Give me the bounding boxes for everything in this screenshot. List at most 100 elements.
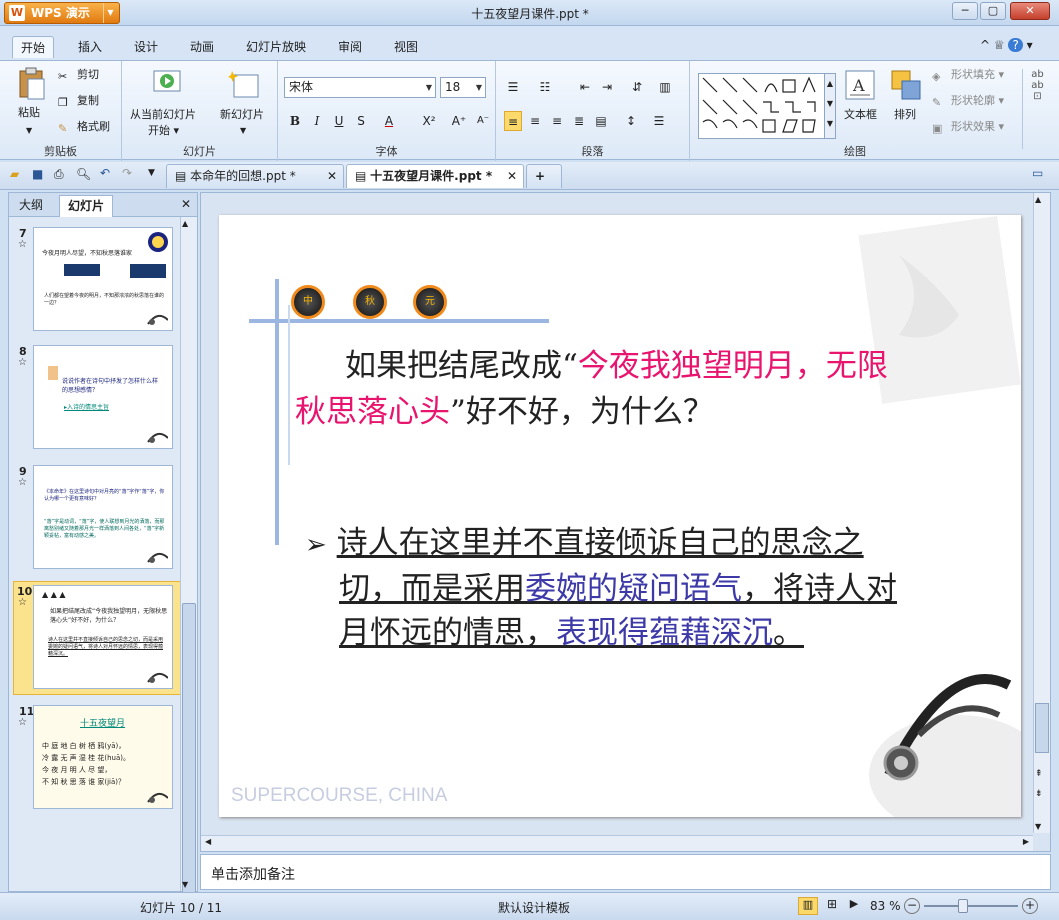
scroll-down-icon[interactable]: ▼ — [1035, 822, 1041, 831]
editor-vscroll[interactable]: ▲ ⇞ ⇟ ▼ — [1033, 193, 1050, 833]
close-window-button[interactable]: ✕ — [1010, 2, 1050, 20]
paste-icon[interactable] — [16, 67, 48, 100]
tab-home[interactable]: 开始 — [12, 36, 55, 58]
strikethrough-button[interactable]: S — [352, 111, 370, 131]
distribute-button[interactable]: ▤ — [592, 111, 610, 131]
slide-thumbnail-10[interactable]: ▲ ▲ ▲ 如果把结尾改成“今夜我独望明月，无限秋思落心头”好不好，为什么？ 诗… — [33, 585, 173, 689]
zoom-out-button[interactable]: − — [904, 898, 920, 914]
redo-icon[interactable]: ↷ — [122, 166, 132, 180]
copy-button[interactable]: ❐ 复制 — [58, 91, 99, 111]
new-slide-icon[interactable] — [228, 69, 260, 101]
close-icon[interactable]: ✕ — [507, 165, 517, 187]
open-folder-icon[interactable]: ▰ — [10, 167, 19, 181]
save-icon[interactable]: ■ — [32, 167, 43, 181]
tab-slides[interactable]: 幻灯片 — [59, 195, 114, 217]
close-icon[interactable]: ✕ — [327, 165, 337, 187]
badge-icons: ▲ ▲ ▲ — [42, 590, 66, 599]
font-name-select[interactable]: 宋体 ▼ — [284, 77, 436, 98]
new-tab-button[interactable]: + ▾ — [526, 164, 562, 205]
doc-tab-2[interactable]: ▤ 十五夜望月课件.ppt * ✕ — [346, 164, 524, 188]
minimize-button[interactable]: ─ — [952, 2, 978, 20]
ribbon-overflow[interactable]: ab ab ⊡ — [1022, 69, 1052, 149]
app-menu-button[interactable]: W WPS 演示 ▼ — [4, 2, 120, 24]
print-preview-icon[interactable]: 🔍︎ — [76, 167, 91, 181]
scroll-left-icon[interactable]: ◀ — [205, 837, 211, 846]
scroll-right-icon[interactable]: ▶ — [1023, 837, 1029, 846]
shape-fill-button[interactable]: ◈ 形状填充 ▾ — [932, 65, 1004, 85]
superscript-button[interactable]: X² — [420, 111, 438, 131]
shrink-font-button[interactable]: A⁻ — [474, 111, 492, 131]
normal-view-button[interactable]: ▥ — [798, 897, 818, 915]
paste-button[interactable]: 粘贴 — [18, 103, 40, 123]
columns-button[interactable]: ▥ — [656, 77, 674, 97]
textbox-button[interactable]: 文本框 — [844, 105, 877, 125]
tab-view[interactable]: 视图 — [386, 36, 426, 58]
italic-button[interactable]: I — [308, 111, 326, 131]
shapes-gallery[interactable] — [698, 73, 834, 139]
slide-thumbnail-11[interactable]: 十五夜望月 中 庭 地 白 树 栖 鸦(yā)， 冷 露 无 声 湿 桂 花(h… — [33, 705, 173, 809]
slideshow-view-button[interactable]: ▶ — [844, 897, 864, 915]
decrease-indent-button[interactable]: ⇤ — [576, 77, 594, 97]
drawing-group-label: 绘图 — [844, 145, 866, 158]
tab-review[interactable]: 审阅 — [330, 36, 370, 58]
tab-design[interactable]: 设计 — [126, 36, 166, 58]
slide-thumbnail-8[interactable]: 说说作者在诗句中抒发了怎样什么样的思想感情？ ▸入诗的情思主旨 — [33, 345, 173, 449]
question-text[interactable]: 如果把结尾改成“今夜我独望明月，无限 秋思落心头”好不好，为什么？ — [295, 343, 1015, 435]
shape-outline-button[interactable]: ✎ 形状轮廓 ▾ — [932, 91, 1004, 111]
tab-outline[interactable]: 大纲 — [11, 195, 51, 217]
align-center-button[interactable]: ≡ — [526, 111, 544, 131]
arrange-icon[interactable] — [890, 69, 922, 101]
print-icon[interactable]: ⎙ — [54, 167, 64, 182]
scroll-up-icon[interactable]: ▲ — [182, 219, 188, 228]
close-icon[interactable]: ✕ — [181, 197, 191, 211]
layout-icon[interactable]: ▭ — [1032, 166, 1043, 180]
font-size-select[interactable]: 18 ▼ — [440, 77, 486, 98]
prev-slide-icon[interactable]: ⇞ — [1035, 769, 1043, 779]
maximize-button[interactable]: ▢ — [980, 2, 1006, 20]
arrange-button[interactable]: 排列 — [894, 105, 916, 125]
zoom-in-button[interactable]: + — [1022, 898, 1038, 914]
customize-qat-icon[interactable]: ▼ — [148, 168, 155, 178]
grow-font-button[interactable]: A⁺ — [450, 111, 468, 131]
numbering-button[interactable]: ☷ — [536, 77, 554, 97]
line-spacing-button[interactable]: ↕ — [622, 111, 640, 131]
help-icons[interactable]: ^ ♕ ? ▾ — [980, 38, 1033, 52]
thumbnails-scrollbar[interactable]: ▲ ▼ — [180, 217, 197, 895]
notes-pane[interactable]: 单击添加备注 — [200, 854, 1051, 890]
textbox-icon[interactable]: A — [844, 69, 876, 101]
doc-tab-1[interactable]: ▤ 本命年的回想.ppt * ✕ — [166, 164, 344, 188]
zoom-slider-thumb[interactable] — [958, 899, 968, 913]
current-slide[interactable]: 中 秋 元 如果把结尾改成“今夜我独望明月，无限 秋思落心头”好不好，为什么？ … — [219, 215, 1021, 817]
scroll-down-icon[interactable]: ▼ — [182, 880, 188, 889]
shape-effect-button[interactable]: ▣ 形状效果 ▾ — [932, 117, 1004, 137]
underline-button[interactable]: U — [330, 111, 348, 131]
align-left-button[interactable]: ≡ — [504, 111, 522, 131]
slide-thumbnail-7[interactable]: 今夜月明人尽望，不知秋思落谁家 人们都在望着今夜的明月，不知那浓浓的秋思落在谁的… — [33, 227, 173, 331]
tab-insert[interactable]: 插入 — [70, 36, 110, 58]
paragraph-spacing-button[interactable]: ☰ — [650, 111, 668, 131]
scroll-up-icon[interactable]: ▲ — [1035, 195, 1041, 204]
next-slide-icon[interactable]: ⇟ — [1035, 789, 1043, 799]
scroll-thumb[interactable] — [1035, 703, 1049, 753]
tab-slideshow[interactable]: 幻灯片放映 — [238, 36, 314, 58]
font-color-button[interactable]: A — [380, 111, 398, 131]
format-painter-button[interactable]: ✎ 格式刷 — [58, 117, 110, 137]
zoom-slider-track[interactable] — [924, 905, 1018, 907]
justify-button[interactable]: ≣ — [570, 111, 588, 131]
cut-button[interactable]: ✂ 剪切 — [58, 65, 99, 85]
play-from-current-icon[interactable] — [152, 67, 184, 99]
align-right-button[interactable]: ≡ — [548, 111, 566, 131]
slide-thumbnail-9[interactable]: 《本命年》在这里诗句中对月亮的“落”字作“落”字，你认为哪一个更有意味好？ “落… — [33, 465, 173, 569]
increase-indent-button[interactable]: ⇥ — [598, 77, 616, 97]
shapes-scroll[interactable]: ▲ ▼ ▼ — [824, 73, 836, 139]
answer-text[interactable]: ➢ 诗人在这里并不直接倾诉自己的思念之 切，而是采用委婉的疑问语气，将诗人对 月… — [305, 521, 995, 655]
bullets-button[interactable]: ☰ — [504, 77, 522, 97]
copy-icon: ❐ — [58, 96, 68, 109]
undo-icon[interactable]: ↶ — [100, 166, 110, 180]
sorter-view-button[interactable]: ⊞ — [822, 897, 842, 915]
tab-animation[interactable]: 动画 — [182, 36, 222, 58]
editor-hscroll[interactable]: ◀ ▶ — [201, 835, 1033, 851]
bold-button[interactable]: B — [286, 111, 304, 131]
scroll-thumb[interactable] — [182, 603, 196, 895]
text-direction-button[interactable]: ⇵ — [628, 77, 646, 97]
